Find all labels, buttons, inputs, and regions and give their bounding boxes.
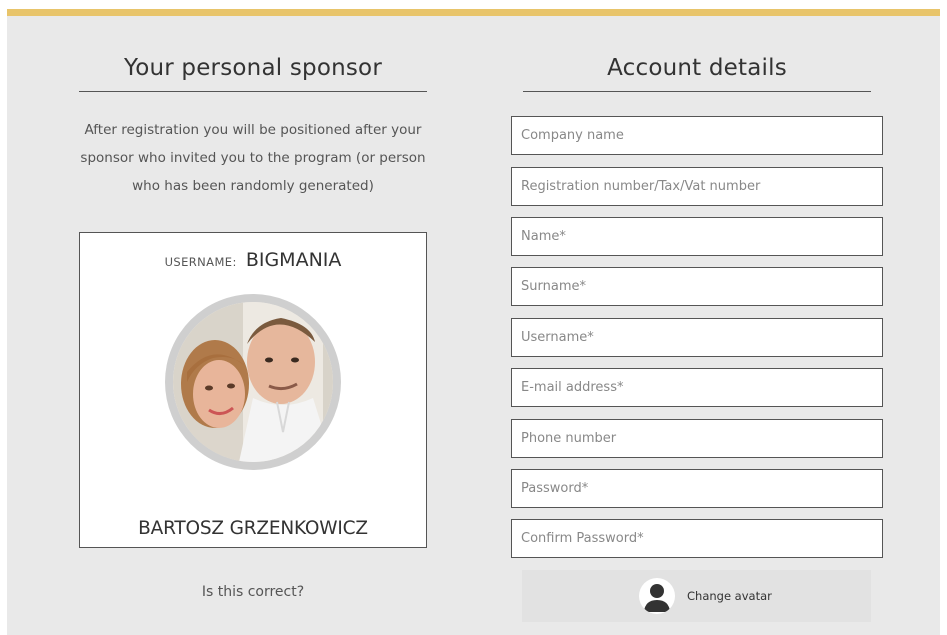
accent-top-bar — [7, 9, 940, 16]
confirm-password-input[interactable] — [511, 519, 883, 558]
name-input[interactable] — [511, 217, 883, 256]
sponsor-photo-illustration — [173, 302, 333, 462]
sponsor-confirm-question: Is this correct? — [201, 584, 305, 600]
user-avatar-glyph — [644, 584, 670, 612]
intro-line: who has been randomly generated) — [132, 178, 374, 194]
surname-input[interactable] — [511, 267, 883, 306]
sponsor-title-divider — [79, 91, 427, 92]
intro-line: After registration you will be positione… — [84, 122, 422, 138]
change-avatar-label: Change avatar — [687, 589, 772, 603]
sponsor-full-name: BARTOSZ GRZENKOWICZ — [138, 518, 368, 539]
account-title-divider — [523, 91, 871, 92]
username-input[interactable] — [511, 318, 883, 357]
registration-number-input[interactable] — [511, 167, 883, 206]
user-avatar-icon — [639, 578, 675, 614]
company-name-input[interactable] — [511, 116, 883, 155]
sponsor-card: Username: BIGMANIA — [79, 232, 427, 548]
sponsor-intro-text: After registration you will be positione… — [79, 116, 427, 200]
password-input[interactable] — [511, 469, 883, 508]
sponsor-username-row: Username: BIGMANIA — [80, 249, 426, 271]
sponsor-photo — [173, 302, 333, 462]
account-section-title: Account details — [607, 55, 787, 81]
intro-line: sponsor who invited you to the program (… — [80, 150, 426, 166]
sponsor-avatar — [165, 294, 341, 470]
phone-input[interactable] — [511, 419, 883, 458]
email-input[interactable] — [511, 368, 883, 407]
username-label: Username: — [164, 255, 237, 269]
sponsor-username: BIGMANIA — [245, 249, 342, 271]
change-avatar-button[interactable]: Change avatar — [522, 570, 871, 622]
sponsor-section-title: Your personal sponsor — [124, 55, 382, 81]
